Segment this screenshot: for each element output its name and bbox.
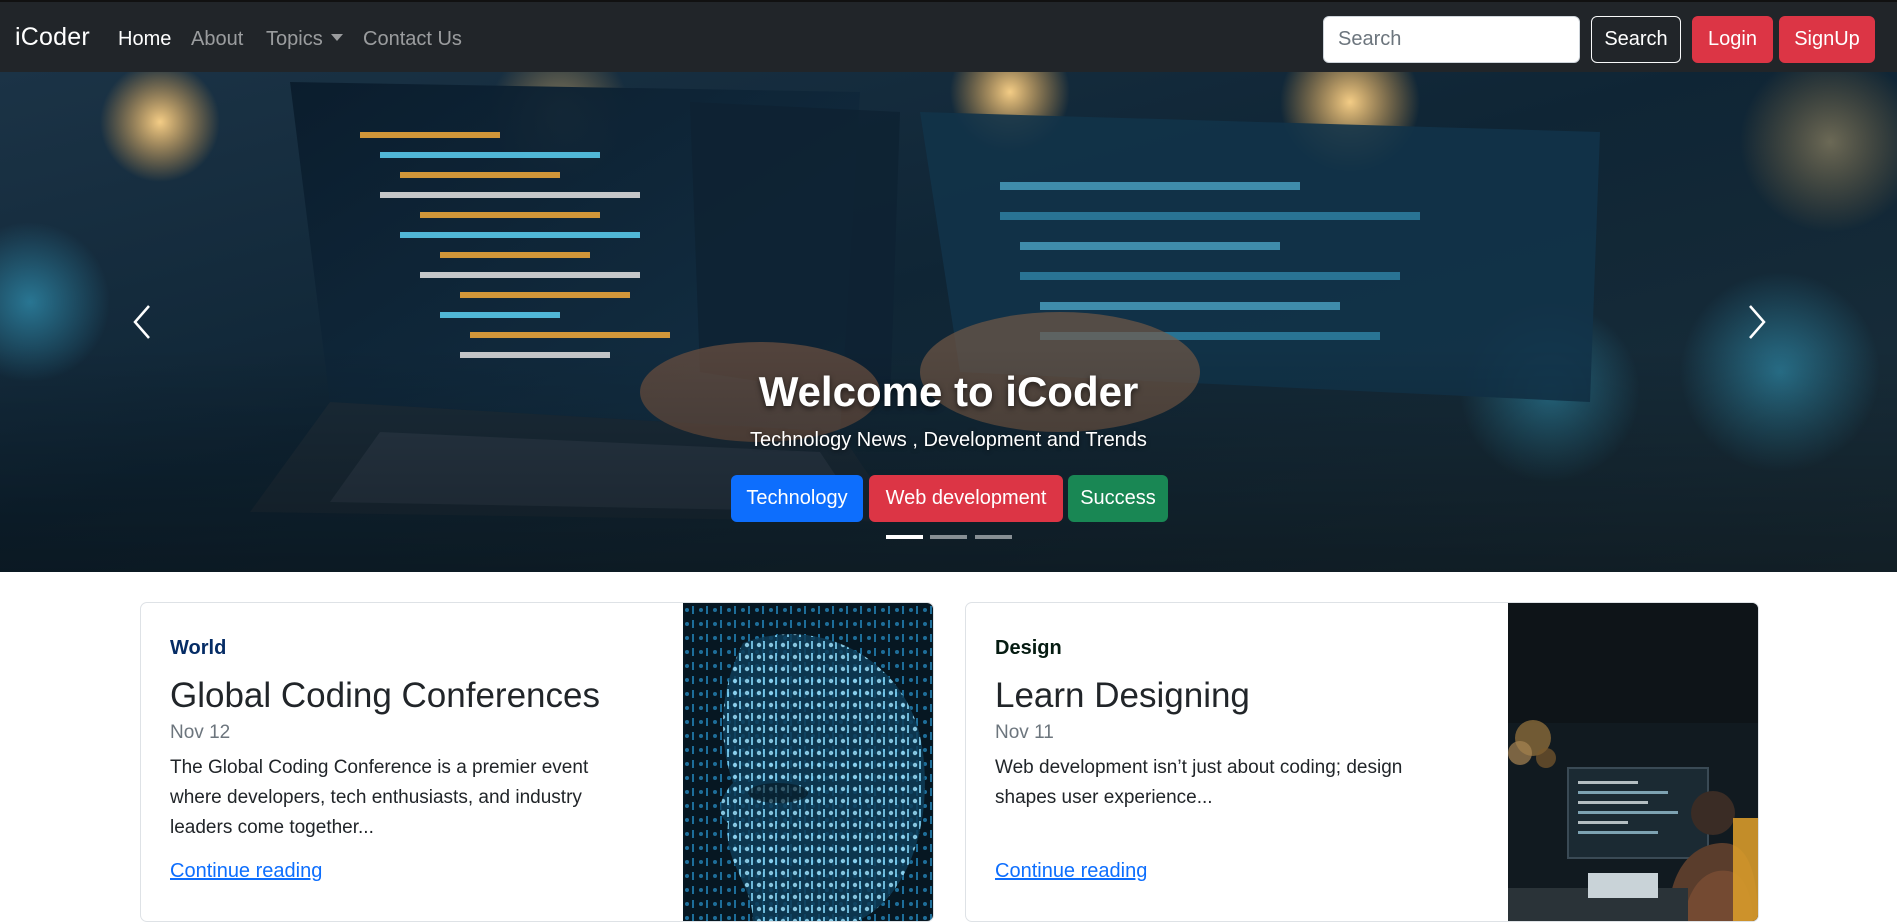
nav-link-home[interactable]: Home (118, 28, 171, 51)
card-category: World (170, 637, 227, 659)
carousel-indicator-2[interactable] (930, 535, 967, 539)
workspace-image (1508, 603, 1758, 921)
chevron-left-icon (133, 305, 150, 339)
brand-logo[interactable]: iCoder (15, 23, 90, 52)
chevron-right-icon (1749, 305, 1766, 339)
carousel-prev-button[interactable] (122, 287, 162, 357)
search-button[interactable]: Search (1591, 16, 1681, 63)
card-text: Web development isn’t just about coding;… (995, 757, 1403, 808)
continue-reading-link[interactable]: Continue reading (995, 860, 1147, 883)
carousel-subtitle: Technology News , Development and Trends (750, 429, 1147, 451)
continue-reading-link[interactable]: Continue reading (170, 860, 322, 883)
web-development-button[interactable]: Web development (869, 475, 1063, 522)
carousel-title: Welcome to iCoder (758, 368, 1139, 415)
article-card-world: World Global Coding Conferences Nov 12 T… (140, 602, 934, 922)
technology-button[interactable]: Technology (731, 475, 863, 522)
carousel-next-button[interactable] (1737, 287, 1777, 357)
card-category: Design (995, 637, 1062, 659)
navbar: iCoder Home About Topics Contact Us Sear… (0, 0, 1897, 72)
carousel-indicator-3[interactable] (975, 535, 1012, 539)
hero-carousel: Welcome to iCoder Technology News , Deve… (0, 72, 1897, 572)
nav-link-topics[interactable]: Topics (266, 28, 343, 51)
carousel-indicator-1[interactable] (886, 535, 923, 539)
card-title: Global Coding Conferences (170, 676, 600, 715)
card-date: Nov 11 (995, 722, 1054, 743)
card-date: Nov 12 (170, 722, 231, 743)
success-button[interactable]: Success (1068, 475, 1168, 522)
article-card-design: Design Learn Designing Nov 11 Web develo… (965, 602, 1759, 922)
card-text: The Global Coding Conference is a premie… (170, 757, 589, 838)
nav-link-about[interactable]: About (191, 28, 243, 51)
card-title: Learn Designing (995, 676, 1250, 715)
login-button[interactable]: Login (1692, 16, 1773, 63)
nav-link-contact[interactable]: Contact Us (363, 28, 462, 51)
search-input[interactable] (1323, 16, 1580, 63)
binary-face-image (683, 603, 933, 921)
caret-down-icon (330, 34, 343, 41)
signup-button[interactable]: SignUp (1779, 16, 1875, 63)
nav-link-topics-label: Topics (266, 28, 323, 50)
